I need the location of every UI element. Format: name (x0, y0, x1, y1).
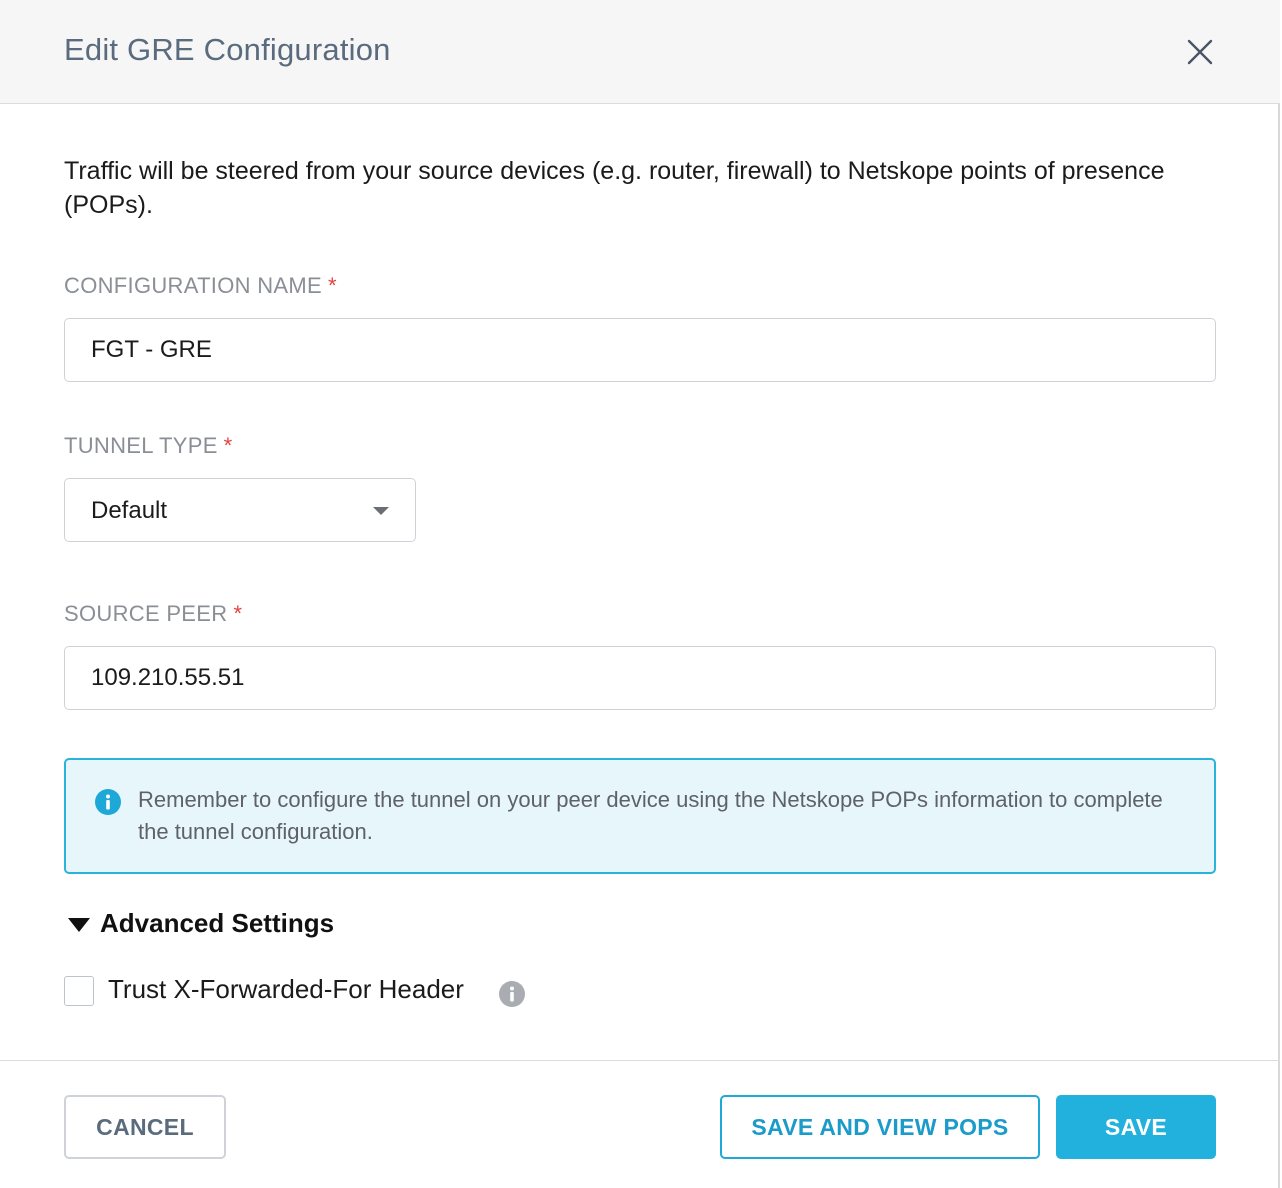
info-icon[interactable] (498, 980, 526, 1008)
trust-xff-row: Trust X-Forwarded-For Header (64, 974, 534, 1008)
caret-down-icon (68, 918, 90, 932)
trust-xff-checkbox[interactable] (64, 976, 94, 1006)
dialog-title: Edit GRE Configuration (64, 32, 391, 67)
caret-down-icon (373, 507, 389, 515)
save-and-view-pops-button[interactable]: SAVE AND VIEW POPS (720, 1095, 1040, 1159)
cancel-button[interactable]: CANCEL (64, 1095, 226, 1159)
configuration-name-input[interactable] (64, 318, 1216, 382)
dialog-header: Edit GRE Configuration (0, 0, 1280, 104)
required-mark: * (223, 433, 233, 458)
required-mark: * (328, 273, 337, 298)
tunnel-type-selected-value: Default (91, 497, 168, 524)
edit-gre-dialog: Edit GRE Configuration Traffic will be s… (0, 0, 1280, 1188)
footer-divider (0, 1060, 1280, 1061)
trust-xff-label[interactable]: Trust X-Forwarded-For Header (108, 974, 464, 1005)
configuration-name-label: CONFIGURATION NAME * (64, 273, 337, 299)
source-peer-label-text: SOURCE PEER (64, 601, 228, 626)
info-banner-text: Remember to configure the tunnel on your… (138, 787, 1163, 844)
tunnel-type-select[interactable]: Default (64, 478, 416, 542)
intro-text: Traffic will be steered from your source… (64, 157, 1165, 219)
advanced-settings-label: Advanced Settings (100, 908, 335, 938)
required-mark: * (233, 601, 243, 626)
info-banner: Remember to configure the tunnel on your… (64, 758, 1216, 874)
configuration-name-label-text: CONFIGURATION NAME (64, 273, 322, 298)
tunnel-type-label: TUNNEL TYPE * (64, 433, 233, 459)
tunnel-type-label-text: TUNNEL TYPE (64, 433, 218, 458)
save-button[interactable]: SAVE (1056, 1095, 1216, 1159)
source-peer-input[interactable] (64, 646, 1216, 710)
info-icon (94, 788, 122, 816)
source-peer-label: SOURCE PEER * (64, 601, 242, 627)
close-icon[interactable] (1182, 34, 1218, 70)
